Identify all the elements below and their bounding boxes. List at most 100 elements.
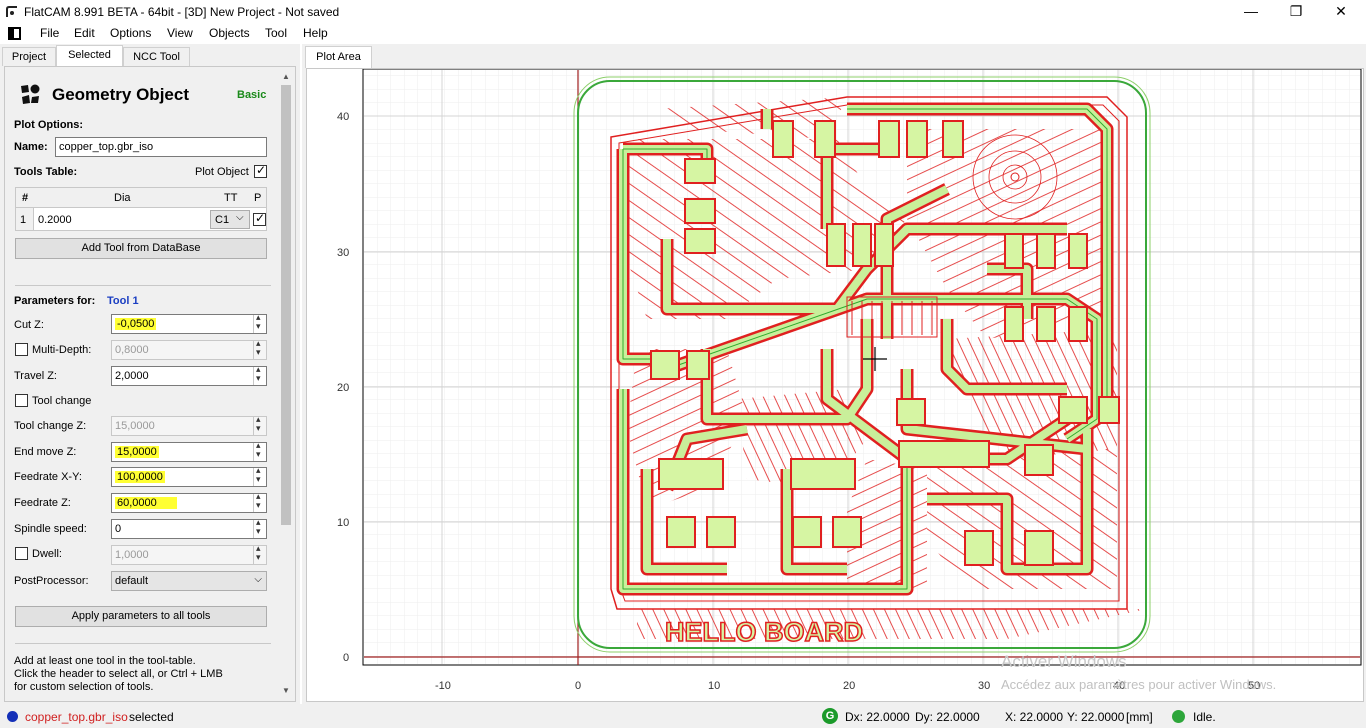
plot-area-panel: Plot Area -10 0 10 20 30 40 50 40 30 20 … <box>302 44 1366 704</box>
flatcam-app-icon <box>6 6 17 17</box>
feedrate-xy-input[interactable]: 100,0000 <box>111 465 267 487</box>
tab-ncc-tool[interactable]: NCC Tool <box>123 47 190 66</box>
panel-toggle-icon[interactable] <box>8 27 21 40</box>
panel-scrollbar[interactable]: ▲ ▼ <box>279 71 293 697</box>
feedrate-z-input[interactable]: 60,0000 <box>111 491 267 513</box>
tool-change-checkbox[interactable] <box>15 394 28 407</box>
table-header-num[interactable]: # <box>22 192 28 204</box>
spindle-speed-input[interactable]: 0 <box>111 517 267 539</box>
object-status-icon <box>7 711 18 722</box>
status-object-name: copper_top.gbr_iso <box>25 710 128 724</box>
menu-options[interactable]: Options <box>110 26 151 40</box>
postprocessor-label: PostProcessor: <box>14 575 89 587</box>
plot-object-label: Plot Object <box>195 166 249 178</box>
tab-project[interactable]: Project <box>2 47 56 66</box>
params-for-label: Parameters for: <box>14 295 96 307</box>
name-label: Name: <box>14 141 48 153</box>
dwell-label: Dwell: <box>32 548 62 560</box>
status-selected-text: selected <box>129 710 174 724</box>
grid-snap-icon[interactable]: G <box>822 708 838 724</box>
travel-z-spinner[interactable] <box>253 364 266 385</box>
minimize-button[interactable]: — <box>1228 0 1274 24</box>
maximize-button[interactable]: ❐ <box>1273 0 1319 24</box>
left-panel: Project Selected NCC Tool Geometry Objec… <box>0 44 300 704</box>
dwell-input: 1,0000 <box>111 543 267 565</box>
tool-plot-checkbox[interactable] <box>253 211 266 226</box>
multi-depth-checkbox[interactable] <box>15 343 28 356</box>
status-bar: copper_top.gbr_iso selected G Dx: 22.000… <box>0 704 1366 728</box>
hint-line-2: Click the header to select all, or Ctrl … <box>14 668 223 680</box>
tool-change-z-input: 15,0000 <box>111 414 267 436</box>
close-button[interactable]: ✕ <box>1318 0 1364 24</box>
status-x: X: 22.0000 <box>1005 710 1064 724</box>
separator <box>15 285 271 286</box>
y-tick-label: 10 <box>337 517 349 529</box>
status-dy: Dy: 22.0000 <box>915 710 980 724</box>
multi-depth-input: 0,8000 <box>111 338 267 360</box>
status-y: Y: 22.0000 <box>1067 710 1125 724</box>
menu-view[interactable]: View <box>167 26 193 40</box>
apply-all-tools-button[interactable]: Apply parameters to all tools <box>15 606 267 627</box>
travel-z-label: Travel Z: <box>14 370 57 382</box>
name-input[interactable]: copper_top.gbr_iso <box>55 137 267 157</box>
activation-watermark-text: Accédez aux paramètres pour activer Wind… <box>1001 677 1276 692</box>
status-units: [mm] <box>1126 710 1153 724</box>
menu-file[interactable]: File <box>40 26 59 40</box>
cut-z-input[interactable]: -0,0500 <box>111 312 267 334</box>
menu-help[interactable]: Help <box>303 26 328 40</box>
tool-name-label: Tool 1 <box>107 295 139 307</box>
plot-canvas[interactable]: -10 0 10 20 30 40 50 40 30 20 10 0 HELLO… <box>307 69 1363 701</box>
panel-header: Geometry Object <box>52 85 189 104</box>
tool-change-z-label: Tool change Z: <box>14 420 87 432</box>
multi-depth-label: Multi-Depth: <box>32 344 92 356</box>
tool-type-select[interactable]: C1 ⌵ <box>210 210 250 229</box>
table-header-dia[interactable]: Dia <box>114 192 131 204</box>
chevron-down-icon: ⌵ <box>236 212 244 223</box>
status-state: Idle. <box>1193 710 1216 724</box>
feedrate-xy-label: Feedrate X-Y: <box>14 471 82 483</box>
activation-watermark-title: Activer Windows <box>1001 652 1127 671</box>
hint-line-1: Add at least one tool in the tool-table. <box>14 655 196 667</box>
end-move-z-label: End move Z: <box>14 446 77 458</box>
menu-edit[interactable]: Edit <box>74 26 95 40</box>
table-header-p[interactable]: P <box>254 192 261 204</box>
table-header-tt[interactable]: TT <box>224 192 237 204</box>
table-row-dia[interactable]: 0.2000 <box>38 214 72 226</box>
tool-change-label: Tool change <box>32 395 92 407</box>
x-tick-label: 0 <box>575 680 581 692</box>
postprocessor-select[interactable]: default ⌵ <box>111 571 267 591</box>
x-tick-label: 30 <box>978 680 990 692</box>
end-move-z-input[interactable]: 15,0000 <box>111 440 267 462</box>
menu-tool[interactable]: Tool <box>265 26 287 40</box>
activity-status-icon <box>1172 710 1185 723</box>
scroll-down-icon[interactable]: ▼ <box>280 685 292 697</box>
scroll-thumb[interactable] <box>281 85 291 525</box>
spindle-speed-label: Spindle speed: <box>14 523 87 535</box>
y-tick-label: 40 <box>337 111 349 123</box>
menu-objects[interactable]: Objects <box>209 26 250 40</box>
travel-z-input[interactable]: 2,0000 <box>111 364 267 386</box>
cut-z-label: Cut Z: <box>14 319 44 331</box>
x-tick-label: 10 <box>708 680 720 692</box>
y-tick-label: 30 <box>337 247 349 259</box>
tab-plot-area[interactable]: Plot Area <box>305 46 372 68</box>
scroll-up-icon[interactable]: ▲ <box>280 71 292 83</box>
y-tick-label: 20 <box>337 382 349 394</box>
x-tick-label: -10 <box>435 680 451 692</box>
plot-options-label: Plot Options: <box>14 119 84 131</box>
plot-canvas-frame: -10 0 10 20 30 40 50 40 30 20 10 0 HELLO… <box>306 68 1364 702</box>
board-silkscreen-text: HELLO BOARD <box>665 617 863 647</box>
geometry-object-icon <box>21 84 40 104</box>
tools-table-label: Tools Table: <box>14 166 78 178</box>
feedrate-z-label: Feedrate Z: <box>14 497 71 509</box>
plot-object-checkbox[interactable] <box>254 163 267 178</box>
table-row-num[interactable]: 1 <box>20 214 26 226</box>
window-title: FlatCAM 8.991 BETA - 64bit - [3D] New Pr… <box>24 5 340 19</box>
cut-z-spinner[interactable] <box>253 312 266 333</box>
add-tool-database-button[interactable]: Add Tool from DataBase <box>15 238 267 259</box>
tab-selected[interactable]: Selected <box>56 45 123 66</box>
mode-label[interactable]: Basic <box>237 89 266 101</box>
notebook-tabs: Project Selected NCC Tool <box>0 44 300 66</box>
menu-bar: File Edit Options View Objects Tool Help <box>0 24 1366 44</box>
dwell-checkbox[interactable] <box>15 547 28 560</box>
